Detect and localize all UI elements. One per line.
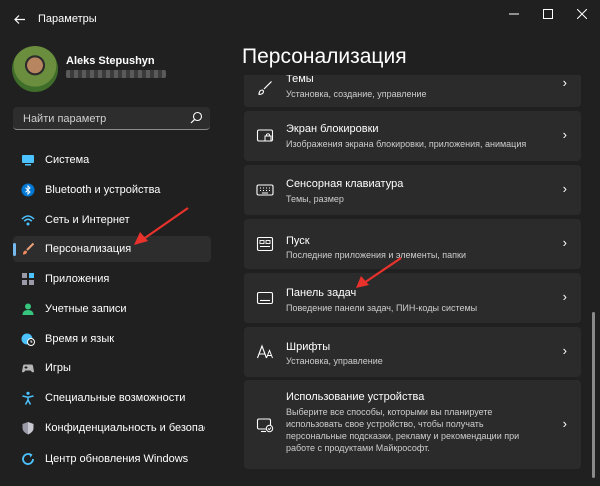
card-themes[interactable]: Темы Установка, создание, управление › — [244, 75, 581, 107]
chevron-right-icon: › — [562, 127, 567, 142]
card-desc: Последние приложения и элементы, папки — [286, 250, 466, 260]
update-icon — [22, 453, 34, 465]
sidebar-item-label: Конфиденциальность и безопасность — [45, 422, 205, 434]
chevron-right-icon: › — [562, 75, 567, 90]
bluetooth-icon — [21, 183, 35, 197]
card-title: Темы — [286, 75, 314, 85]
card-desc: Темы, размер — [286, 194, 344, 204]
card-title: Пуск — [286, 235, 310, 247]
chevron-right-icon: › — [562, 181, 567, 196]
sidebar-item-label: Игры — [45, 362, 71, 374]
title-bar: Параметры — [0, 0, 600, 40]
sidebar-item-label: Bluetooth и устройства — [45, 184, 161, 196]
card-taskbar[interactable]: Панель задач Поведение панели задач, ПИН… — [244, 273, 581, 323]
card-fonts[interactable]: Шрифты Установка, управление › — [244, 327, 581, 377]
sidebar-item-label: Учетные записи — [45, 303, 127, 315]
sidebar-item-label: Специальные возможности — [45, 392, 186, 404]
card-title: Сенсорная клавиатура — [286, 178, 404, 190]
taskbar-icon — [256, 291, 274, 305]
card-desc: Изображения экрана блокировки, приложени… — [286, 139, 527, 149]
card-device-usage[interactable]: Использование устройства Выберите все сп… — [244, 380, 581, 469]
card-title: Панель задач — [286, 287, 357, 299]
back-button[interactable] — [8, 8, 30, 30]
gamepad-icon — [22, 364, 34, 373]
page-title: Персонализация — [242, 45, 407, 68]
sidebar-item-time-language[interactable]: Время и язык — [13, 326, 211, 352]
card-desc: Выберите все способы, которыми вы планир… — [286, 407, 520, 453]
card-lock-screen[interactable]: Экран блокировки Изображения экрана блок… — [244, 111, 581, 161]
card-desc: Поведение панели задач, ПИН-коды системы — [286, 303, 478, 313]
settings-window: Параметры Aleks Stepushyn Система Blueto… — [0, 0, 600, 486]
card-start[interactable]: Пуск Последние приложения и элементы, па… — [244, 219, 581, 269]
annotation-arrow-icon — [356, 257, 402, 288]
chevron-right-icon: › — [562, 343, 567, 358]
selection-indicator — [13, 243, 16, 256]
display-icon — [22, 155, 34, 166]
user-email-blurred — [66, 70, 166, 78]
card-touch-keyboard[interactable]: Сенсорная клавиатура Темы, размер › — [244, 165, 581, 215]
brush-icon — [258, 81, 272, 96]
avatar[interactable] — [12, 46, 58, 92]
minimize-icon — [509, 13, 519, 15]
sidebar-item-privacy[interactable]: Конфиденциальность и безопасность — [13, 415, 211, 441]
card-desc: Установка, управление — [286, 356, 383, 366]
sidebar-item-apps[interactable]: Приложения — [13, 266, 211, 292]
start-icon — [256, 236, 274, 252]
chevron-right-icon: › — [562, 289, 567, 304]
person-icon — [22, 303, 34, 315]
close-button[interactable] — [564, 0, 600, 28]
close-icon — [577, 9, 587, 19]
sidebar-item-accounts[interactable]: Учетные записи — [13, 296, 211, 322]
sidebar-item-windows-update[interactable]: Центр обновления Windows — [13, 446, 211, 472]
device-usage-icon — [256, 418, 274, 433]
accessibility-icon — [22, 391, 34, 405]
chevron-right-icon: › — [562, 416, 567, 431]
search-box[interactable] — [13, 107, 210, 130]
sidebar-item-label: Система — [45, 154, 90, 166]
font-icon — [256, 344, 273, 359]
sidebar-item-system[interactable]: Система — [13, 147, 211, 173]
maximize-icon — [543, 9, 553, 19]
chevron-right-icon: › — [562, 235, 567, 250]
keyboard-icon — [256, 184, 274, 196]
sidebar-item-label: Центр обновления Windows — [45, 453, 189, 465]
sidebar-item-accessibility[interactable]: Специальные возможности — [13, 385, 211, 411]
shield-icon — [22, 422, 34, 435]
sidebar-item-bluetooth[interactable]: Bluetooth и устройства — [13, 177, 211, 203]
sidebar-item-label: Время и язык — [45, 333, 115, 345]
card-title: Использование устройства — [286, 391, 425, 403]
user-name: Aleks Stepushyn — [66, 55, 155, 67]
settings-list: Темы Установка, создание, управление › Э… — [236, 75, 586, 486]
minimize-button[interactable] — [496, 0, 532, 28]
card-title: Экран блокировки — [286, 123, 379, 135]
window-title: Параметры — [38, 13, 97, 25]
scrollbar-thumb[interactable] — [592, 312, 595, 478]
maximize-button[interactable] — [530, 0, 566, 28]
card-desc: Установка, создание, управление — [286, 89, 427, 99]
lock-screen-icon — [256, 129, 274, 142]
search-input[interactable] — [21, 110, 185, 128]
search-icon[interactable] — [190, 111, 203, 124]
brush-icon — [23, 242, 35, 255]
sidebar-item-label: Приложения — [45, 273, 110, 285]
annotation-arrow-icon — [134, 207, 189, 245]
sidebar-item-gaming[interactable]: Игры — [13, 355, 211, 381]
apps-icon — [22, 273, 34, 285]
wifi-icon — [21, 215, 35, 226]
arrow-left-icon — [13, 14, 25, 24]
card-title: Шрифты — [286, 341, 331, 353]
globe-clock-icon — [21, 333, 35, 346]
